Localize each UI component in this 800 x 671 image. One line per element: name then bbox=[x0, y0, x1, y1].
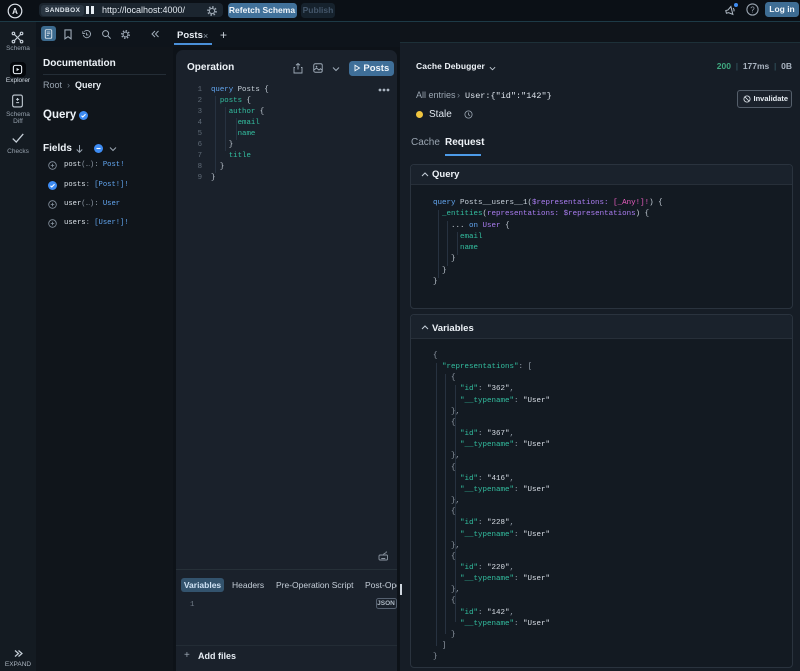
svg-text:?: ? bbox=[750, 5, 755, 14]
svg-text:A: A bbox=[12, 6, 18, 15]
